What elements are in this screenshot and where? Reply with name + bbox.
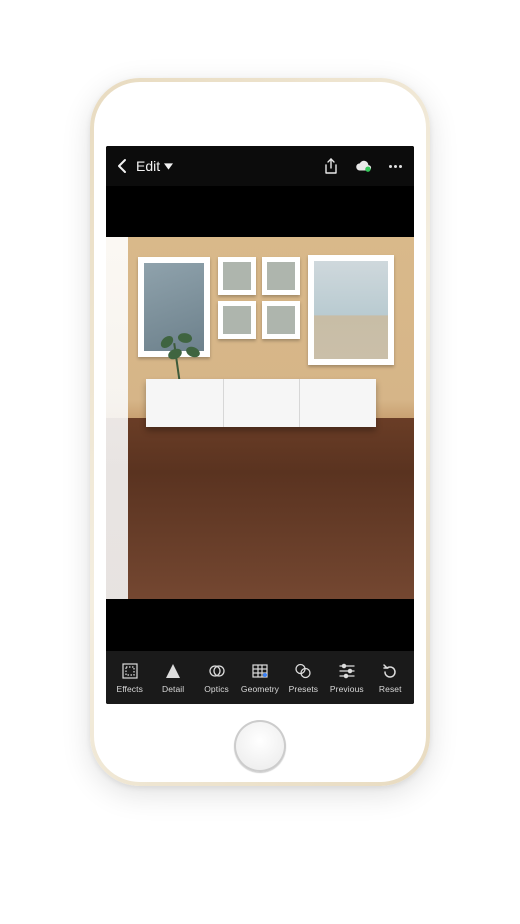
geometry-icon [250, 661, 270, 681]
bottom-toolbar: Effects Detail Optics [106, 650, 414, 704]
cloud-sync-icon[interactable] [354, 157, 372, 175]
mode-dropdown[interactable]: Edit [136, 158, 173, 174]
tool-reset[interactable]: Reset [369, 651, 412, 704]
wall-shelf [146, 379, 376, 427]
tool-label: Geometry [241, 684, 279, 694]
phone-home-button [234, 720, 286, 772]
photo-preview [106, 237, 414, 599]
tool-effects[interactable]: Effects [108, 651, 151, 704]
wall-frame [262, 301, 300, 339]
presets-icon [293, 661, 313, 681]
share-icon[interactable] [322, 157, 340, 175]
mode-title: Edit [136, 158, 160, 174]
optics-icon [207, 661, 227, 681]
triangle-down-icon [164, 163, 173, 170]
plant-decor [156, 333, 210, 383]
app-screen: Edit [106, 146, 414, 704]
tool-geometry[interactable]: Geometry [238, 651, 281, 704]
tool-previous[interactable]: Previous [325, 651, 368, 704]
effects-icon [120, 661, 140, 681]
photo-canvas[interactable] [106, 186, 414, 650]
previous-icon [337, 661, 357, 681]
more-icon[interactable] [386, 157, 404, 175]
phone-bezel: Edit [94, 82, 426, 782]
back-icon[interactable] [116, 158, 128, 174]
wall-frame [262, 257, 300, 295]
reset-icon [380, 661, 400, 681]
tool-label: Previous [330, 684, 364, 694]
tool-presets[interactable]: Presets [282, 651, 325, 704]
tool-detail[interactable]: Detail [151, 651, 194, 704]
top-bar: Edit [106, 146, 414, 186]
wall-frame [308, 255, 394, 365]
phone-device-frame: Edit [90, 78, 430, 786]
wall-frame [218, 301, 256, 339]
tool-label: Optics [204, 684, 229, 694]
wall-frame [218, 257, 256, 295]
tool-label: Presets [289, 684, 319, 694]
tool-label: Effects [116, 684, 143, 694]
detail-icon [163, 661, 183, 681]
tool-label: Detail [162, 684, 184, 694]
tool-optics[interactable]: Optics [195, 651, 238, 704]
tool-label: Reset [379, 684, 402, 694]
